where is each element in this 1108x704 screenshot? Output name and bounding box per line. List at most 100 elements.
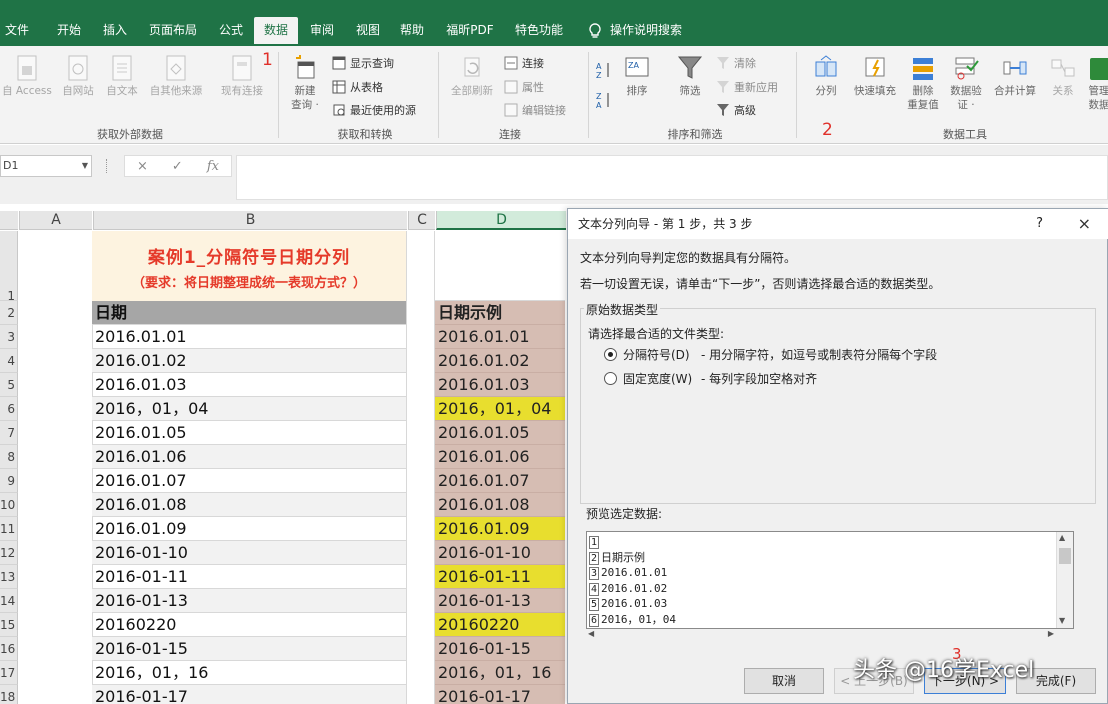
tab-foxit-pdf[interactable]: 福昕PDF (440, 17, 500, 44)
cell-d1[interactable] (435, 231, 565, 301)
table-cell[interactable]: 2016.01.08 (92, 493, 406, 517)
table-cell[interactable]: 2016.01.09 (435, 517, 565, 541)
row-header[interactable]: 13 (0, 565, 18, 589)
title-cell-b1[interactable]: 案例1_分隔符号日期分列 （要求：将日期整理成统一表现方式？） (92, 231, 406, 301)
relationships-button[interactable]: 关系 (1046, 54, 1080, 98)
row-header[interactable]: 15 (0, 613, 18, 637)
row-header[interactable]: 16 (0, 637, 18, 661)
tell-me-search[interactable]: 操作说明搜索 (588, 17, 682, 44)
row-header[interactable]: 3 (0, 325, 18, 349)
from-text-button[interactable]: 自文本 (100, 54, 144, 98)
row-header[interactable]: 9 (0, 469, 18, 493)
table-cell[interactable]: 2016.01.06 (435, 445, 565, 469)
tab-home[interactable]: 开始 (52, 17, 86, 44)
table-cell[interactable]: 2016-01-11 (92, 565, 406, 589)
delimited-radio[interactable]: 分隔符号(D) - 用分隔字符，如逗号或制表符分隔每个字段 (604, 346, 937, 363)
table-cell[interactable]: 2016.01.07 (92, 469, 406, 493)
row-header[interactable]: 12 (0, 541, 18, 565)
tab-help[interactable]: 帮助 (394, 17, 430, 44)
cancel-button[interactable]: 取消 (744, 668, 824, 694)
text-to-columns-button[interactable]: 分列 (806, 54, 846, 98)
row-header[interactable]: 8 (0, 445, 18, 469)
sort-button[interactable]: ZA 排序 (620, 54, 654, 98)
chevron-down-icon[interactable]: ▼ (82, 156, 88, 176)
recent-sources-button[interactable]: 最近使用的源 (332, 101, 416, 119)
column-header-b[interactable]: B (93, 211, 407, 230)
scroll-up-icon[interactable]: ▲ (1059, 533, 1065, 542)
preview-scrollbar[interactable]: ▲ ▼ (1056, 532, 1073, 628)
show-queries-button[interactable]: 显示查询 (332, 54, 394, 72)
table-cell[interactable]: 2016.01.06 (92, 445, 406, 469)
table-cell[interactable]: 2016，01，16 (92, 661, 406, 685)
row-header[interactable]: 11 (0, 517, 18, 541)
column-header-c[interactable]: C (408, 211, 435, 230)
insert-function-icon[interactable]: fx (207, 159, 219, 174)
filter-button[interactable]: 筛选 (672, 54, 708, 98)
table-cell[interactable]: 2016.01.03 (92, 373, 406, 397)
tab-page-layout[interactable]: 页面布局 (142, 17, 204, 44)
consolidate-button[interactable]: 合并计算 (988, 54, 1042, 98)
manage-data-model-button[interactable]: 管理 数据 (1084, 54, 1108, 112)
row-header[interactable]: 1 (0, 231, 18, 303)
table-cell[interactable]: 2016.01.03 (435, 373, 565, 397)
scroll-right-icon[interactable]: ▶ (1048, 629, 1054, 638)
table-cell[interactable]: 2016，01，04 (92, 397, 406, 421)
table-cell[interactable]: 2016.01.08 (435, 493, 565, 517)
row-header[interactable]: 7 (0, 421, 18, 445)
from-table-button[interactable]: 从表格 (332, 78, 383, 96)
table-cell[interactable]: 2016-01-15 (435, 637, 565, 661)
tab-file[interactable]: 文件 (0, 17, 34, 44)
tab-insert[interactable]: 插入 (98, 17, 132, 44)
row-header[interactable]: 5 (0, 373, 18, 397)
tab-data[interactable]: 数据 (254, 17, 298, 44)
sort-za-button[interactable]: ZA (596, 92, 612, 109)
table-cell[interactable]: 20160220 (435, 613, 565, 637)
row-header[interactable]: 14 (0, 589, 18, 613)
table-cell[interactable]: 2016-01-15 (92, 637, 406, 661)
table-cell[interactable]: 2016，01，04 (435, 397, 565, 421)
row-header[interactable]: 2 (0, 301, 18, 325)
from-access-button[interactable]: 自 Access (0, 54, 54, 98)
advanced-filter-button[interactable]: 高级 (716, 101, 756, 119)
preview-horizontal-scrollbar[interactable]: ◀ ▶ (586, 629, 1074, 641)
table-cell[interactable]: 2016.01.01 (435, 325, 565, 349)
table-cell[interactable]: 2016-01-13 (92, 589, 406, 613)
from-other-sources-button[interactable]: 自其他来源 (144, 54, 208, 98)
row-header[interactable]: 6 (0, 397, 18, 421)
close-button[interactable]: × (1078, 209, 1091, 239)
row-header[interactable]: 17 (0, 661, 18, 685)
scroll-thumb[interactable] (1059, 548, 1071, 564)
select-all-corner[interactable] (0, 211, 18, 230)
column-d-header-cell[interactable]: 日期示例 (435, 301, 565, 325)
connections-button[interactable]: 连接 (504, 54, 544, 72)
fixed-width-radio[interactable]: 固定宽度(W) - 每列字段加空格对齐 (604, 370, 817, 387)
sort-az-button[interactable]: AZ (596, 62, 612, 79)
clear-filter-button[interactable]: 清除 (716, 54, 756, 72)
data-preview-box[interactable]: 1 2 日期示例 3 2016.01.01 4 2016.01.02 5 2016.01.03 6… (586, 531, 1074, 629)
table-cell[interactable]: 2016-01-17 (435, 685, 565, 704)
flash-fill-button[interactable]: 快速填充 (848, 54, 902, 98)
table-cell[interactable]: 2016.01.02 (92, 349, 406, 373)
refresh-all-button[interactable]: 全部刷新 (446, 54, 498, 98)
table-cell[interactable]: 2016.01.05 (92, 421, 406, 445)
column-header-d[interactable]: D (436, 211, 566, 230)
table-cell[interactable]: 2016.01.05 (435, 421, 565, 445)
table-cell[interactable]: 2016-01-10 (92, 541, 406, 565)
name-box[interactable]: D1 ▼ (0, 155, 92, 177)
new-query-button[interactable]: 新建 查询 · (284, 54, 326, 112)
properties-button[interactable]: 属性 (504, 78, 544, 96)
help-button[interactable]: ? (1036, 209, 1043, 239)
cancel-icon[interactable]: × (137, 159, 148, 174)
dialog-title-bar[interactable]: 文本分列向导 - 第 1 步，共 3 步 ? × (568, 209, 1108, 239)
row-header[interactable]: 18 (0, 685, 18, 704)
tab-view[interactable]: 视图 (350, 17, 386, 44)
scroll-left-icon[interactable]: ◀ (588, 629, 594, 638)
edit-links-button[interactable]: 编辑链接 (504, 101, 566, 119)
table-cell[interactable]: 2016-01-17 (92, 685, 406, 704)
column-header-a[interactable]: A (19, 211, 92, 230)
formula-input[interactable] (236, 155, 1108, 200)
confirm-icon[interactable]: ✓ (172, 159, 183, 174)
table-cell[interactable]: 2016-01-10 (435, 541, 565, 565)
table-cell[interactable]: 20160220 (92, 613, 406, 637)
table-cell[interactable]: 2016.01.01 (92, 325, 406, 349)
